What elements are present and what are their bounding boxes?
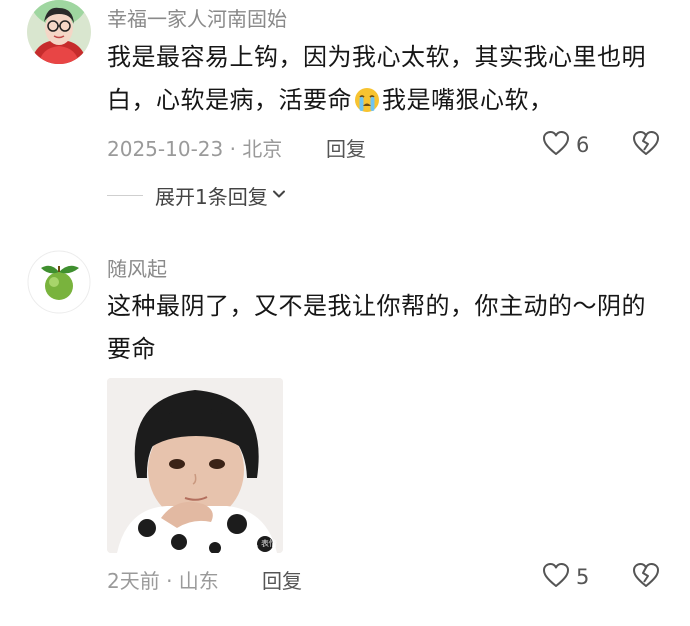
comment-image[interactable]: 可爱人 表情 <box>107 378 283 553</box>
like-count: 5 <box>576 565 590 589</box>
reply-button[interactable]: 回复 <box>262 565 302 594</box>
like-button[interactable]: 5 <box>542 562 589 592</box>
comment-meta: 2天前 · 山东 <box>107 569 219 593</box>
heart-outline-icon <box>542 562 570 592</box>
avatar[interactable] <box>27 250 91 314</box>
dislike-button[interactable] <box>632 562 660 592</box>
image-watermark: 可爱人 表情 <box>234 539 277 548</box>
comment-text: 这种最阴了，又不是我让你帮的，你主动的～阴的要命 <box>107 292 646 363</box>
username[interactable]: 随风起 <box>107 253 167 282</box>
broken-heart-outline-icon <box>632 563 660 592</box>
comment-2: 随风起 这种最阴了，又不是我让你帮的，你主动的～阴的要命 可爱人 表情 2天前 … <box>0 0 690 626</box>
